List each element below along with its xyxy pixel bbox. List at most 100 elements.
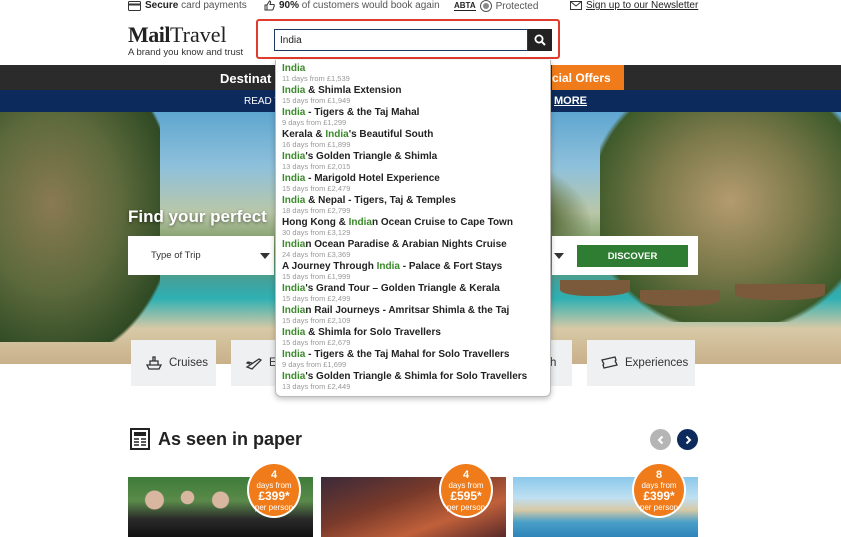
suggestion-pre: A Journey Through [282,261,377,272]
ship-icon [145,356,163,370]
tile-cruises[interactable]: Cruises [131,340,216,386]
suggestion-meta: 13 days from £2,015 [282,162,351,171]
hero-boat [735,284,825,300]
secure-rest: card payments [178,0,247,11]
suggestion-meta: 13 days from £2,449 [282,382,351,391]
suggestion-item[interactable]: India - Tigers & the Taj Mahal 9 days fro… [282,107,550,127]
search-input[interactable]: India [274,29,528,51]
nav-special-offers[interactable]: cial Offers [552,65,624,90]
suggestion-item[interactable]: India & Shimla for Solo Travellers 15 day… [282,327,550,347]
trip-type-select[interactable]: Type of Trip [128,236,274,275]
suggestion-post: - Marigold Hotel Experience [305,173,440,184]
carousel-prev-button[interactable] [650,429,671,450]
paper-heading: As seen in paper [158,428,303,449]
abta-logo: ABTA [454,0,476,11]
search-suggestions-dropdown: India 11 days from £1,539 India & Shimla … [275,60,551,397]
paper-section-header: As seen in paper [128,427,302,451]
suggestion-meta: 9 days from £1,299 [282,118,347,127]
suggestion-meta: 15 days from £1,949 [282,96,351,105]
suggestion-post: - Tigers & the Taj Mahal for Solo Travel… [305,349,510,360]
suggestion-meta: 24 days from £3,369 [282,250,351,259]
suggestion-item[interactable]: Hong Kong & Indian Ocean Cruise to Cape … [282,217,550,237]
suggestion-post: n Ocean Paradise & Arabian Nights Cruise [305,239,507,250]
logo-tagline: A brand you know and trust [128,47,244,58]
book-rest: of customers would book again [299,0,440,11]
discover-button[interactable]: DISCOVER [577,245,688,267]
suggestion-highlight: India [348,217,372,228]
suggestion-item[interactable]: A Journey Through India - Palace & Fort … [282,261,550,281]
suggestion-highlight: India [376,261,400,272]
envelope-icon [570,1,582,10]
suggestion-highlight: India [282,151,306,162]
suggestion-item[interactable]: India 11 days from £1,539 [282,63,550,83]
logo-brand-bold: Mail [128,22,171,47]
card-photo [138,485,248,535]
suggestion-highlight: India [282,85,306,96]
suggestion-highlight: India [282,239,306,250]
suggestion-highlight: India [282,283,306,294]
suggestion-post: & Nepal - Tigers, Taj & Temples [305,195,456,206]
hero-title: Find your perfect [128,207,267,226]
suggestion-highlight: India [282,327,306,338]
suggestion-post: n Rail Journeys - Amritsar Shimla & the … [305,305,510,316]
suggestion-post: 's Golden Triangle & Shimla [305,151,438,162]
suggestion-highlight: India [282,349,306,360]
suggestion-meta: 15 days from £2,109 [282,316,351,325]
suggestion-item[interactable]: Indian Rail Journeys - Amritsar Shimla &… [282,305,550,325]
tile-partial[interactable]: h [548,340,572,386]
suggestion-post: - Tigers & the Taj Mahal [305,107,420,118]
suggestion-item[interactable]: India & Shimla Extension 15 days from £1,… [282,85,550,105]
site-logo[interactable]: MailTravel A brand you know and trust [128,22,244,59]
suggestion-highlight: India [282,195,306,206]
hero-boat [560,280,630,296]
atol-icon [479,0,492,12]
tile-experiences[interactable]: Experiences [587,340,695,386]
suggestion-meta: 16 days from £1,899 [282,140,351,149]
search-panel-right: DISCOVER [552,236,698,275]
logo-brand-rest: Travel [170,22,227,47]
chevron-down-icon[interactable] [554,253,564,259]
badge-days: 4 [270,469,278,481]
protected-label: Protected [495,0,539,12]
carousel-next-button[interactable] [677,429,698,450]
suggestion-highlight: India [282,107,306,118]
suggestion-pre: Kerala & [282,129,326,140]
suggestion-highlight: India [282,63,306,74]
nav-destinations[interactable]: Destinat [220,71,271,86]
abta-protected: ABTA Protected [454,0,538,12]
suggestion-item[interactable]: India & Nepal - Tigers, Taj & Temples 18 … [282,195,550,215]
suggestion-highlight: India [282,173,306,184]
suggestion-post: 's Golden Triangle & Shimla for Solo Tra… [305,371,528,382]
suggestion-item[interactable]: India - Tigers & the Taj Mahal for Solo … [282,349,550,369]
suggestion-item[interactable]: India's Golden Triangle & Shimla 13 days … [282,151,550,171]
suggestion-item[interactable]: India - Marigold Hotel Experience 15 days… [282,173,550,193]
tile-escorted[interactable]: Es [231,340,282,386]
ticket-icon [601,356,618,369]
suggestion-post: & Shimla Extension [305,85,402,96]
suggestion-highlight: India [325,129,349,140]
suggestion-item[interactable]: India's Grand Tour – Golden Triangle & K… [282,283,550,303]
nav-more[interactable]: MORE [554,95,587,107]
suggestion-meta: 9 days from £1,699 [282,360,347,369]
suggestion-meta: 11 days from £1,539 [282,74,350,83]
newsletter-label[interactable]: Sign up to our Newsletter [586,0,698,11]
thumbs-up-icon [264,0,275,11]
search-button[interactable] [528,29,552,51]
suggestion-meta: 30 days from £3,129 [282,228,351,237]
badge-per: per person [254,503,294,512]
suggestion-item[interactable]: Indian Ocean Paradise & Arabian Nights C… [282,239,550,259]
suggestion-meta: 15 days from £2,679 [282,338,351,347]
suggestion-pre: Hong Kong & [282,217,349,228]
carousel-controls [650,429,698,450]
newsletter-link[interactable]: Sign up to our Newsletter [570,0,698,11]
suggestion-item[interactable]: India's Golden Triangle & Shimla for Sol… [282,371,550,391]
secure-payments: Secure card payments [128,0,247,11]
suggestion-item[interactable]: Kerala & India's Beautiful South 16 days … [282,129,550,149]
suggestion-meta: 15 days from £1,999 [282,272,351,281]
suggestion-meta: 15 days from £2,479 [282,184,351,193]
badge-per: per person [639,503,679,512]
badge-price: £399* [258,489,290,503]
book-again: 90% of customers would book again [264,0,440,11]
utility-bar: Secure card payments 90% of customers wo… [0,0,841,14]
secure-bold: Secure [145,0,179,11]
